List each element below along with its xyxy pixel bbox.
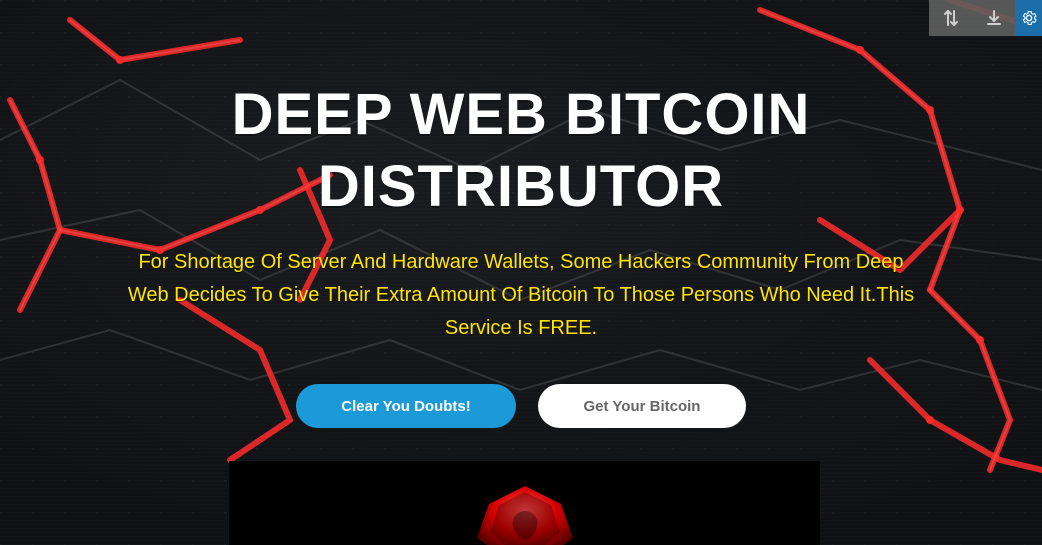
sort-toggle[interactable] <box>929 0 972 36</box>
hero-subtitle: For Shortage Of Server And Hardware Wall… <box>127 251 915 339</box>
cta-row: Clear You Doubts! Get Your Bitcoin <box>0 384 1042 428</box>
hero-title-line-2: DISTRIBUTOR <box>317 154 725 219</box>
top-right-toolbar <box>929 0 1042 36</box>
gear-icon <box>1020 9 1038 27</box>
sort-arrows-icon <box>941 8 961 28</box>
download-icon <box>984 8 1004 28</box>
download-button[interactable] <box>972 0 1015 36</box>
clear-doubts-button[interactable]: Clear You Doubts! <box>296 384 516 428</box>
get-bitcoin-button[interactable]: Get Your Bitcoin <box>538 384 746 428</box>
hero-title-line-1: DEEP WEB BITCOIN <box>231 82 811 147</box>
red-emblem-icon <box>476 486 573 545</box>
media-preview <box>229 461 820 545</box>
hero-section: DEEP WEB BITCOIN DISTRIBUTOR For Shortag… <box>0 80 1042 428</box>
settings-button[interactable] <box>1015 0 1042 36</box>
